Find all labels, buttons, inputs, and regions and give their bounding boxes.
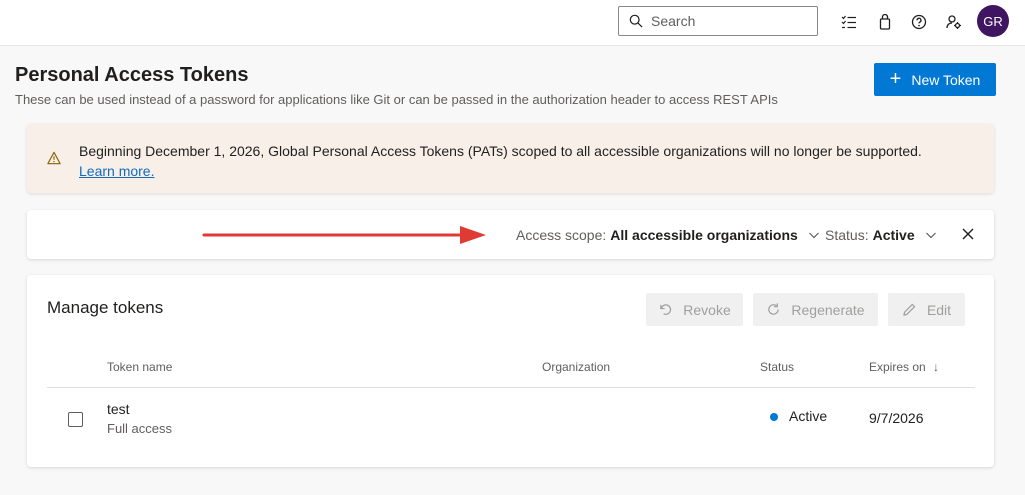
search-box[interactable] [618, 6, 818, 36]
revoke-label: Revoke [683, 301, 731, 318]
warning-banner: Beginning December 1, 2026, Global Perso… [27, 124, 994, 193]
row-checkbox[interactable] [68, 412, 83, 427]
undo-icon [660, 304, 672, 315]
token-name: test [107, 401, 130, 417]
avatar[interactable]: GR [977, 5, 1009, 37]
access-scope-label: Access scope: [516, 227, 607, 243]
token-expires: 9/7/2026 [869, 410, 924, 426]
search-icon [629, 14, 643, 28]
plus-icon: + [889, 67, 902, 90]
status-filter[interactable]: Status: Active [825, 227, 937, 243]
close-icon[interactable] [961, 227, 975, 241]
status-filter-label: Status: [825, 227, 869, 243]
warning-icon [47, 151, 61, 165]
token-scope: Full access [107, 421, 173, 436]
manage-tokens-card: Manage tokens Revoke Regenerate Edit Tok… [27, 275, 994, 467]
revoke-button[interactable]: Revoke [646, 293, 743, 326]
chevron-down-icon [808, 232, 819, 239]
page-subtitle: These can be used instead of a password … [15, 92, 778, 107]
banner-text: Beginning December 1, 2026, Global Perso… [79, 143, 922, 159]
chevron-down-icon [925, 232, 936, 239]
task-list-icon[interactable] [838, 11, 860, 33]
status-dot-icon [770, 413, 778, 421]
banner-message: Beginning December 1, 2026, Global Perso… [79, 141, 959, 181]
column-header-expires[interactable]: Expires on ↓ [869, 360, 939, 374]
shopping-bag-icon[interactable] [874, 11, 896, 33]
refresh-icon [768, 303, 780, 315]
user-settings-icon[interactable] [943, 11, 965, 33]
card-title: Manage tokens [47, 298, 164, 317]
column-header-token-name: Token name [107, 360, 173, 374]
filter-bar: Access scope: All accessible organizatio… [27, 210, 994, 259]
edit-label: Edit [926, 301, 952, 318]
help-icon[interactable] [908, 11, 930, 33]
regenerate-label: Regenerate [791, 301, 865, 318]
learn-more-link[interactable]: Learn more. [79, 163, 154, 179]
sort-descending-icon: ↓ [933, 360, 940, 374]
page-title: Personal Access Tokens [15, 64, 249, 86]
annotation-arrow [202, 226, 486, 244]
expires-header-label: Expires on [869, 360, 926, 374]
pencil-icon [903, 303, 916, 316]
new-token-label: New Token [911, 71, 981, 88]
top-bar: GR [0, 0, 1025, 46]
column-header-status: Status [760, 360, 795, 374]
column-header-organization: Organization [542, 360, 611, 374]
status-filter-value: Active [872, 227, 915, 243]
new-token-button[interactable]: + New Token [874, 63, 996, 96]
table-row[interactable]: test Full access Active 9/7/2026 [47, 388, 975, 448]
search-input[interactable] [651, 13, 801, 29]
access-scope-value: All accessible organizations [610, 227, 798, 243]
token-status: Active [789, 408, 828, 424]
regenerate-button[interactable]: Regenerate [753, 293, 878, 326]
edit-button[interactable]: Edit [888, 293, 965, 326]
access-scope-filter[interactable]: Access scope: All accessible organizatio… [516, 227, 820, 243]
